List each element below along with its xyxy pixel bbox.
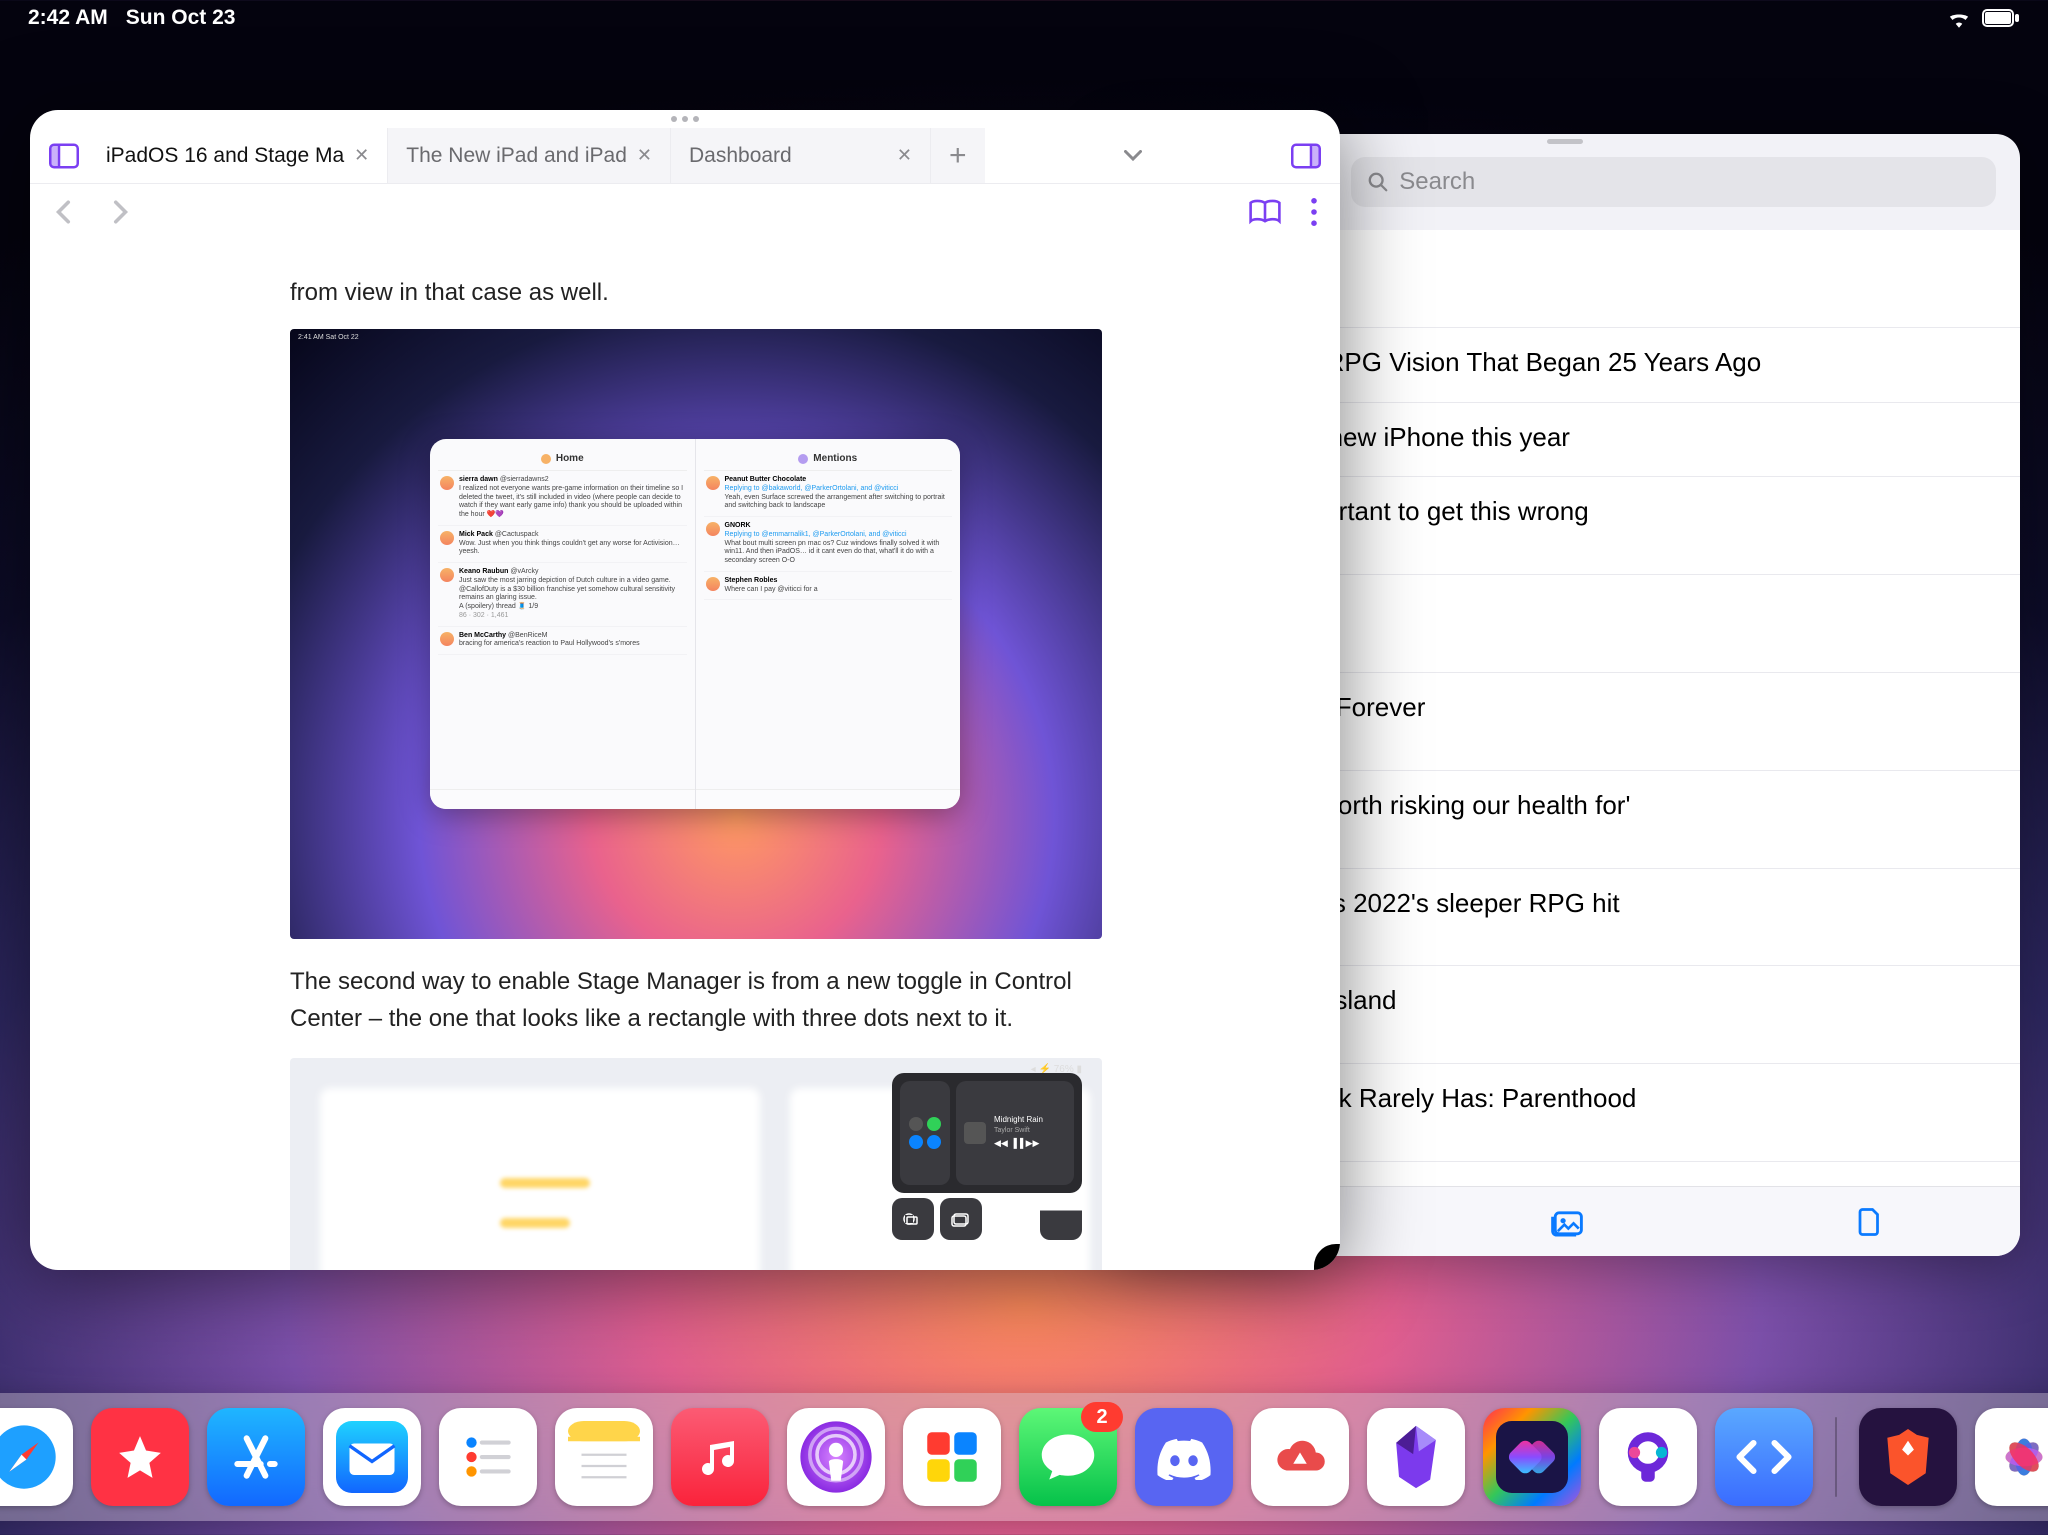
tab-close-icon[interactable]: ✕ [637,145,652,166]
tab[interactable]: Dashboard ✕ [671,128,931,183]
sidebar-toggle-left[interactable] [40,128,88,183]
tab[interactable]: The New iPad and iPad ✕ [388,128,671,183]
tab-close-icon[interactable]: ✕ [897,145,912,166]
dock-app-cloud[interactable] [1251,1408,1349,1506]
sidebar-left-icon [49,143,79,169]
search-placeholder: Search [1399,168,1475,196]
dock-app-star[interactable] [91,1408,189,1506]
dock-app-brave[interactable] [1859,1408,1957,1506]
tab-label: iPadOS 16 and Stage Ma [106,144,344,168]
forward-button[interactable] [106,199,132,225]
dock-app-shortcuts[interactable] [1483,1408,1581,1506]
search-icon [1367,171,1389,193]
dock-app-messages[interactable] [1019,1408,1117,1506]
article-paragraph: from view in that case as well. [290,274,1110,311]
tab-close-icon[interactable]: ✕ [354,145,369,166]
kebab-icon [1310,198,1318,226]
back-button[interactable] [52,199,78,225]
dock-app-pq[interactable] [1599,1408,1697,1506]
book-icon [1248,198,1282,226]
tab-bar: iPadOS 16 and Stage Ma ✕ The New iPad an… [30,128,1340,184]
nav-row [30,184,1340,240]
dock-app-obsidian[interactable] [1367,1408,1465,1506]
tab-label: The New iPad and iPad [406,144,627,168]
dock-app-photos[interactable] [1975,1408,2048,1506]
dock-app-appstore[interactable] [207,1408,305,1506]
dock-app-safari[interactable] [0,1408,73,1506]
tab-label: Dashboard [689,144,792,168]
bottom-document-button[interactable] [1857,1207,1883,1237]
dock-app-code[interactable] [1715,1408,1813,1506]
reader-search[interactable]: Search [1351,157,1996,207]
chevron-down-icon [1124,150,1142,162]
new-tab-button[interactable]: + [931,128,985,183]
reader-mode-button[interactable] [1248,198,1282,226]
browser-window[interactable]: iPadOS 16 and Stage Ma ✕ The New iPad an… [30,110,1340,1270]
embedded-screenshot-2: ◂ ⚡ 76% ▮ Midnight RainTaylor Swift◀◀ ▐▐… [290,1058,1102,1270]
dock-app-podcasts[interactable] [787,1408,885,1506]
plus-icon: + [949,139,967,173]
dock-app-arcade[interactable] [903,1408,1001,1506]
article-content[interactable]: from view in that case as well. 2:41 AM … [30,240,1340,1270]
dock-app-music[interactable] [671,1408,769,1506]
article-paragraph: The second way to enable Stage Manager i… [290,963,1110,1037]
embedded-screenshot-1: 2:41 AM Sat Oct 22 Home sierra dawn @sie… [290,329,1102,939]
sidebar-right-icon [1291,143,1321,169]
dock [0,1393,2048,1521]
window-drag-handle[interactable] [30,110,1340,128]
tab-active[interactable]: iPadOS 16 and Stage Ma ✕ [88,128,388,183]
bottom-gallery-button[interactable] [1550,1207,1584,1237]
overflow-menu-button[interactable] [1310,198,1318,226]
dock-app-mail[interactable] [323,1408,421,1506]
dock-separator [1835,1417,1837,1497]
dock-app-reminders[interactable] [439,1408,537,1506]
tabs-overflow[interactable] [1109,128,1157,183]
sidebar-toggle-right[interactable] [1282,128,1330,183]
dock-app-discord[interactable] [1135,1408,1233,1506]
dock-app-notes[interactable] [555,1408,653,1506]
